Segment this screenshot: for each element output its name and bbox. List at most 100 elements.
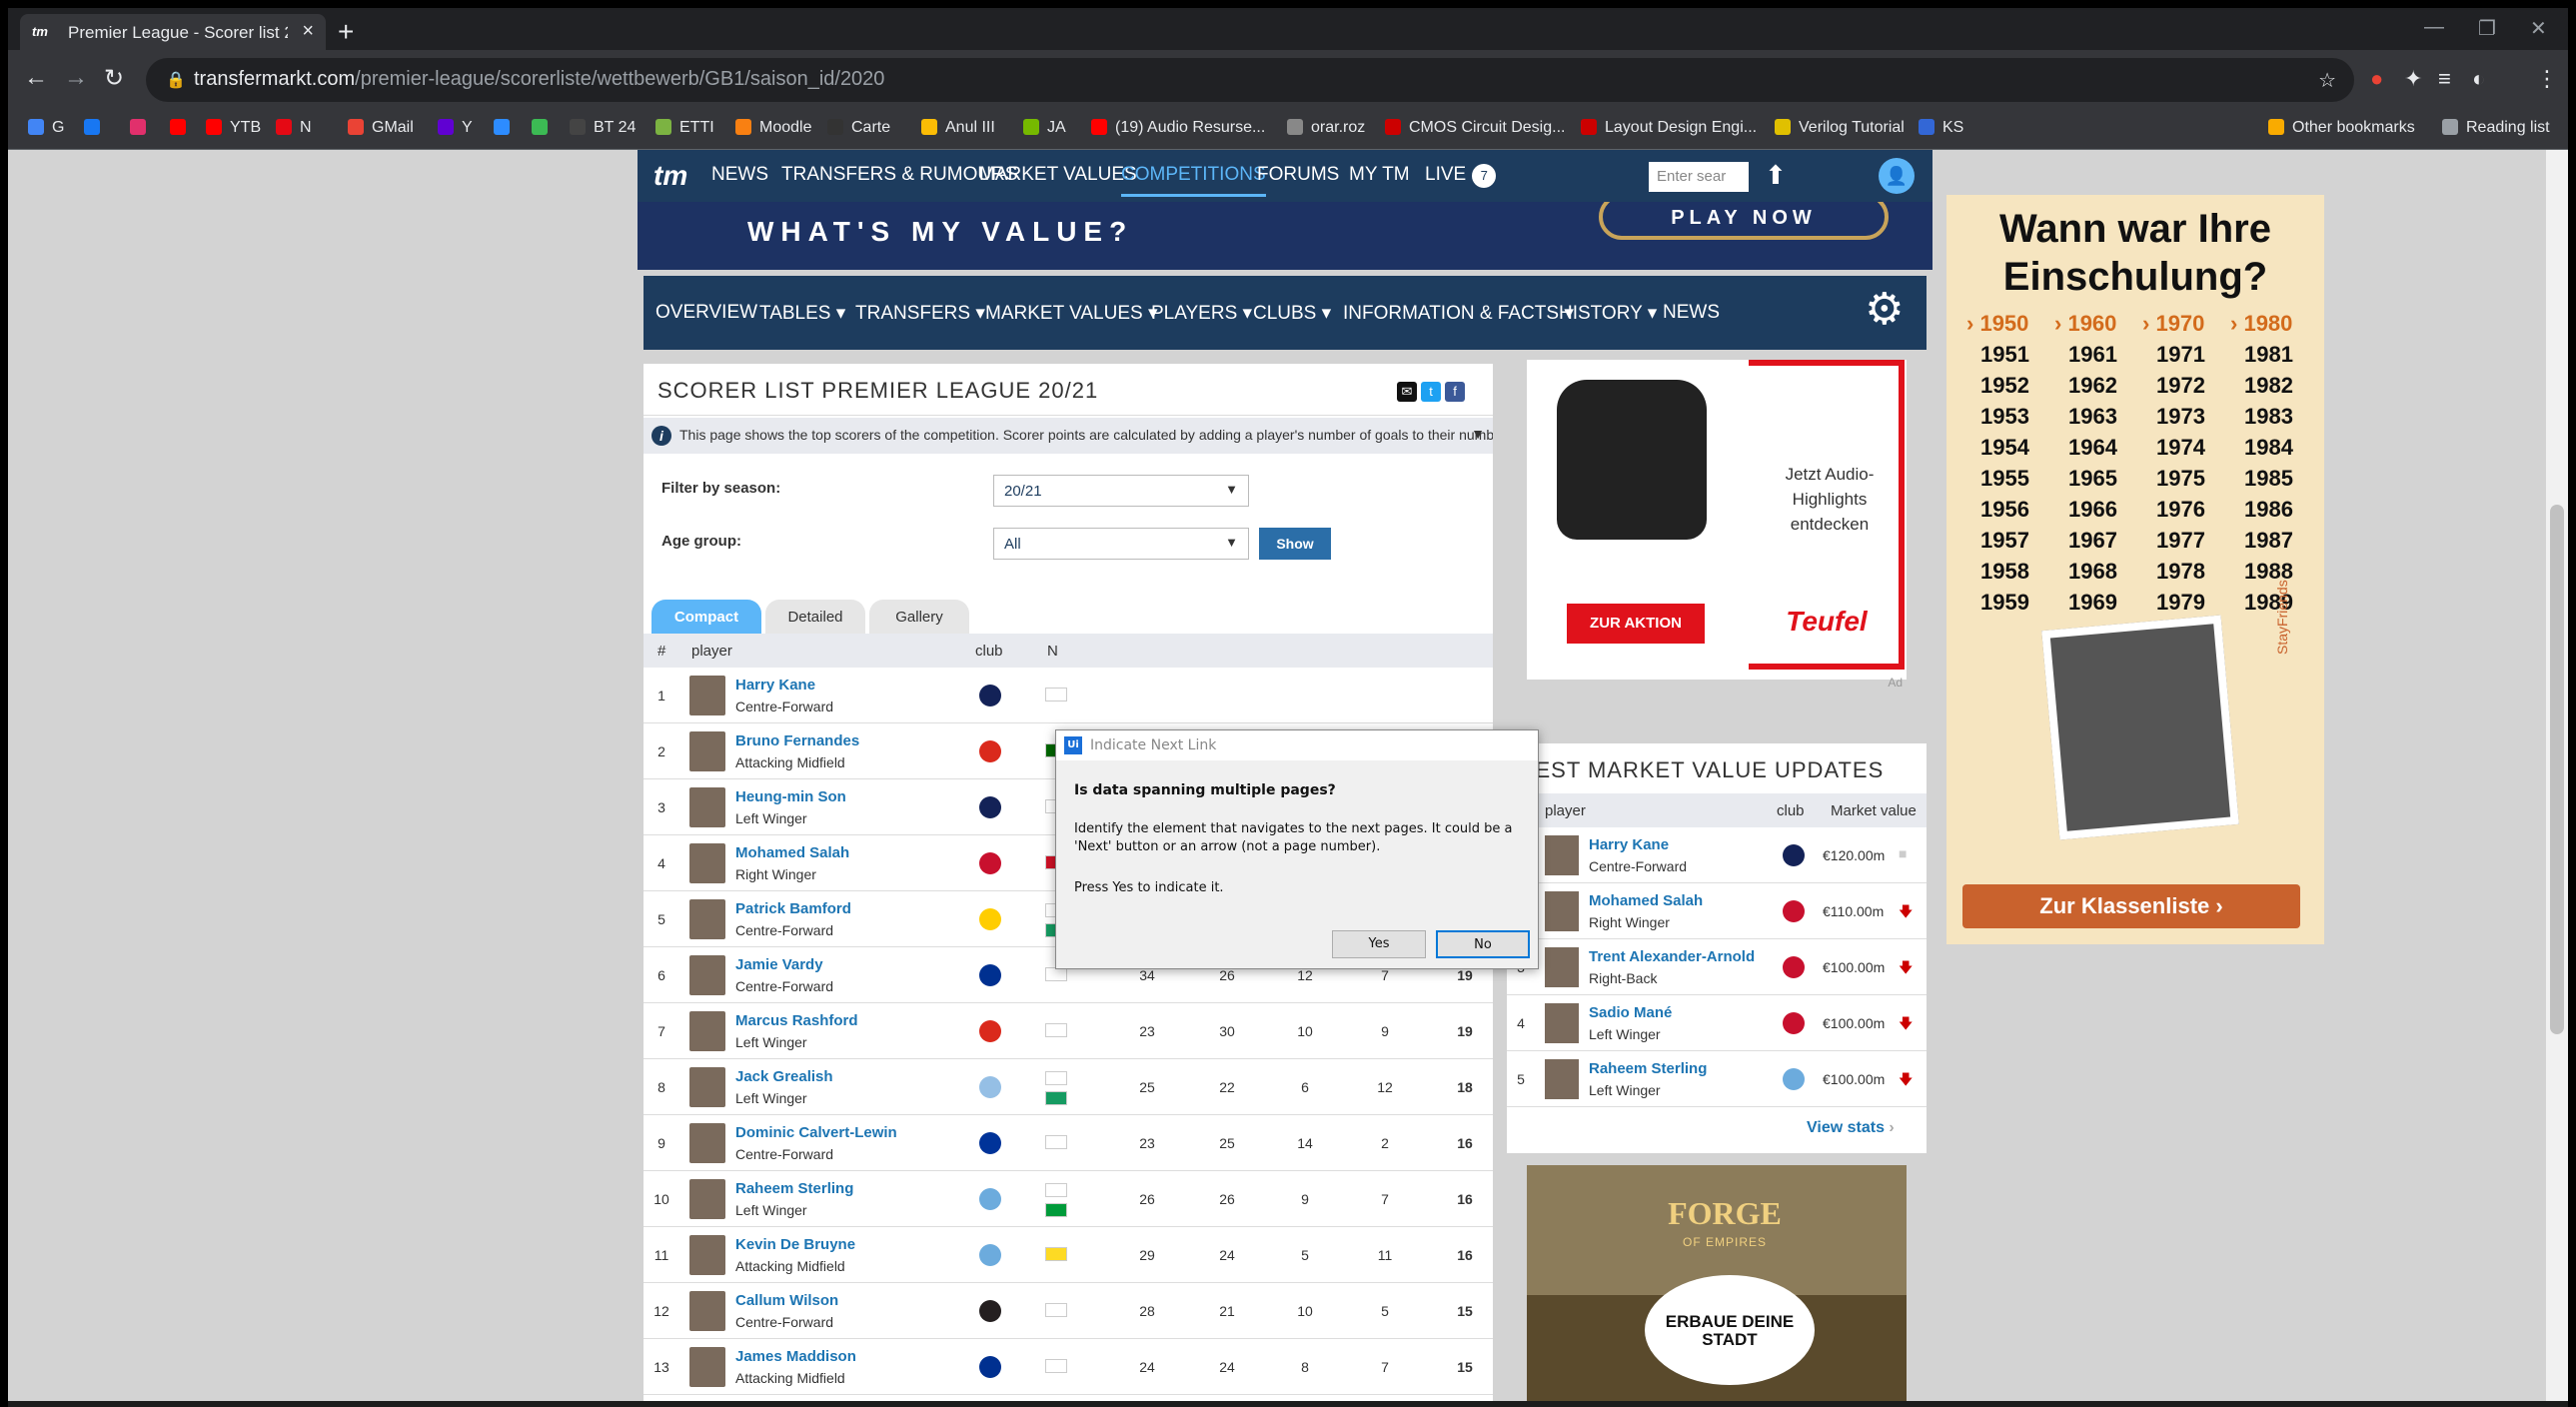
player-name-link[interactable]: James Maddison: [735, 1348, 856, 1365]
player-name-link[interactable]: Harry Kane: [735, 677, 815, 694]
player-name-link[interactable]: Jack Grealish: [735, 1068, 833, 1085]
subnav-market-values[interactable]: MARKET VALUES ▾: [985, 302, 1158, 325]
chevron-down-icon[interactable]: ▼: [1471, 426, 1485, 442]
bookmark-item[interactable]: JA: [1023, 119, 1066, 137]
player-photo[interactable]: [689, 731, 725, 771]
player-photo[interactable]: [689, 1179, 725, 1219]
player-name-link[interactable]: Raheem Sterling: [1589, 1060, 1707, 1077]
club-crest-icon[interactable]: [1783, 956, 1805, 978]
year-link[interactable]: 1953: [1980, 404, 2029, 430]
subnav-history[interactable]: HISTORY ▾: [1559, 302, 1657, 325]
year-link[interactable]: 1959: [1980, 590, 2029, 616]
bookmark-item[interactable]: (19) Audio Resurse...: [1091, 119, 1265, 137]
player-name-link[interactable]: Trent Alexander-Arnold: [1589, 948, 1755, 965]
profile-icon[interactable]: ◐: [2472, 66, 2485, 92]
year-link[interactable]: 1979: [2156, 590, 2205, 616]
season-select[interactable]: 20/21 ▼: [993, 475, 1249, 507]
bookmark-item[interactable]: [532, 119, 556, 137]
year-link[interactable]: › 1950: [1966, 311, 2028, 337]
player-photo[interactable]: [689, 1067, 725, 1107]
subnav-overview[interactable]: OVERVIEW: [655, 302, 757, 324]
club-crest-icon[interactable]: [979, 685, 1001, 706]
forge-of-empires-ad[interactable]: FORGE OF EMPIRES ERBAUE DEINE STADT: [1527, 1165, 1907, 1407]
url-field[interactable]: 🔒 transfermarkt.com/premier-league/score…: [146, 58, 2354, 102]
player-photo[interactable]: [1545, 947, 1579, 987]
player-photo[interactable]: [689, 787, 725, 827]
year-link[interactable]: 1969: [2068, 590, 2117, 616]
club-crest-icon[interactable]: [1783, 1012, 1805, 1034]
year-link[interactable]: 1972: [2156, 373, 2205, 399]
scrollbar-thumb[interactable]: [2550, 505, 2564, 1034]
year-link[interactable]: 1951: [1980, 342, 2029, 368]
player-photo[interactable]: [689, 676, 725, 715]
bookmark-item[interactable]: Verilog Tutorial: [1775, 119, 1905, 137]
club-crest-icon[interactable]: [979, 1356, 1001, 1378]
player-photo[interactable]: [689, 843, 725, 883]
tm-logo[interactable]: tm: [653, 160, 687, 192]
nav-news[interactable]: NEWS: [711, 164, 768, 186]
year-link[interactable]: 1978: [2156, 559, 2205, 585]
close-window-icon[interactable]: ✕: [2530, 16, 2547, 41]
player-photo[interactable]: [689, 1011, 725, 1051]
club-crest-icon[interactable]: [1783, 900, 1805, 922]
page-scrollbar[interactable]: [2546, 150, 2568, 1407]
age-group-select[interactable]: All ▼: [993, 528, 1249, 560]
subnav-clubs[interactable]: CLUBS ▾: [1253, 302, 1331, 325]
player-name-link[interactable]: Heung-min Son: [735, 788, 846, 805]
year-link[interactable]: 1973: [2156, 404, 2205, 430]
player-name-link[interactable]: Patrick Bamford: [735, 900, 851, 917]
year-link[interactable]: 1968: [2068, 559, 2117, 585]
player-photo[interactable]: [1545, 891, 1579, 931]
year-link[interactable]: 1958: [1980, 559, 2029, 585]
reload-icon[interactable]: ↻: [104, 64, 124, 93]
bookmark-item[interactable]: [170, 119, 194, 137]
club-crest-icon[interactable]: [979, 1244, 1001, 1266]
player-name-link[interactable]: Harry Kane: [1589, 836, 1669, 853]
restore-icon[interactable]: ❐: [2478, 16, 2496, 41]
subnav-news[interactable]: NEWS: [1663, 302, 1720, 324]
club-crest-icon[interactable]: [1783, 1068, 1805, 1090]
club-crest-icon[interactable]: [979, 1300, 1001, 1322]
year-link[interactable]: 1955: [1980, 466, 2029, 492]
player-name-link[interactable]: Bruno Fernandes: [735, 732, 859, 749]
new-tab-icon[interactable]: +: [338, 16, 354, 48]
club-crest-icon[interactable]: [979, 796, 1001, 818]
year-link[interactable]: › 1960: [2054, 311, 2116, 337]
bookmark-item[interactable]: Layout Design Engi...: [1581, 119, 1757, 137]
bookmark-item[interactable]: N: [276, 119, 312, 137]
player-name-link[interactable]: Mohamed Salah: [735, 844, 849, 861]
year-link[interactable]: 1964: [2068, 435, 2117, 461]
bookmark-item[interactable]: BT 24: [570, 119, 636, 137]
year-link[interactable]: 1952: [1980, 373, 2029, 399]
club-crest-icon[interactable]: [979, 1076, 1001, 1098]
player-name-link[interactable]: Marcus Rashford: [735, 1012, 858, 1029]
player-name-link[interactable]: Dominic Calvert-Lewin: [735, 1124, 897, 1141]
show-button[interactable]: Show: [1259, 528, 1331, 560]
year-link[interactable]: 1975: [2156, 466, 2205, 492]
back-icon[interactable]: ←: [24, 64, 48, 92]
nav-forums[interactable]: FORUMS: [1257, 164, 1339, 186]
zur-aktion-button[interactable]: ZUR AKTION: [1567, 604, 1705, 644]
player-name-link[interactable]: Raheem Sterling: [735, 1180, 853, 1197]
reading-list[interactable]: Reading list: [2442, 119, 2550, 137]
close-tab-icon[interactable]: ×: [302, 20, 314, 43]
player-photo[interactable]: [689, 1291, 725, 1331]
extensions-puzzle-icon[interactable]: ✦: [2404, 66, 2422, 92]
tab-gallery[interactable]: Gallery: [869, 600, 969, 634]
club-crest-icon[interactable]: [1783, 844, 1805, 866]
club-crest-icon[interactable]: [979, 852, 1001, 874]
forward-icon[interactable]: →: [64, 64, 88, 92]
club-crest-icon[interactable]: [979, 1132, 1001, 1154]
year-link[interactable]: 1983: [2244, 404, 2293, 430]
subnav-transfers[interactable]: TRANSFERS ▾: [855, 302, 985, 325]
club-crest-icon[interactable]: [979, 964, 1001, 986]
col-player[interactable]: player: [691, 643, 732, 660]
col-nat[interactable]: N: [1047, 643, 1058, 660]
club-crest-icon[interactable]: [979, 1188, 1001, 1210]
bookmark-item[interactable]: Y: [438, 119, 473, 137]
year-link[interactable]: 1967: [2068, 528, 2117, 554]
stayfriends-ad[interactable]: Wann war Ihre Einschulung? › 1950 1951 195…: [1946, 195, 2324, 944]
year-link[interactable]: 1986: [2244, 497, 2293, 523]
email-share-icon[interactable]: ✉: [1397, 382, 1417, 402]
year-link[interactable]: 1954: [1980, 435, 2029, 461]
